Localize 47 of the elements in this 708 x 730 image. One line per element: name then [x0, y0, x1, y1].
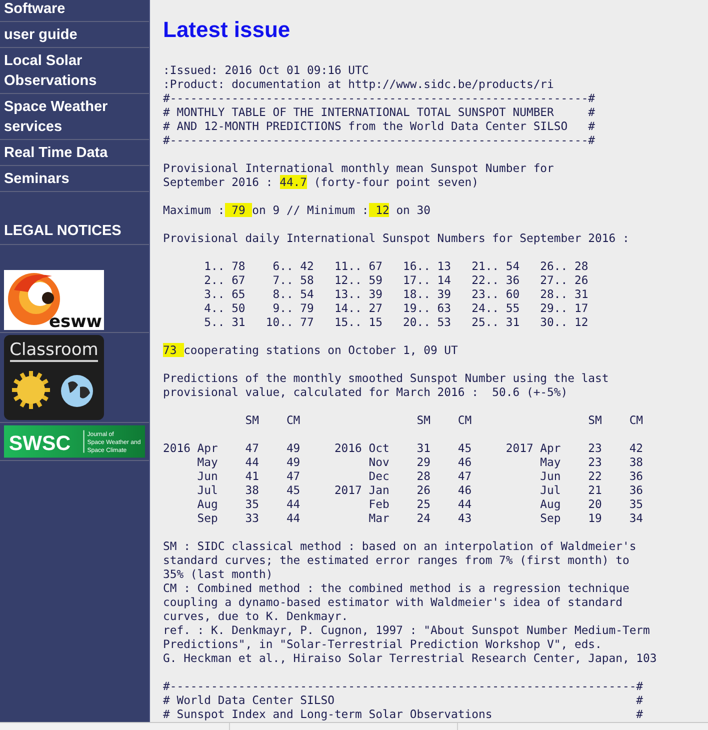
report-line: Maximum : 79 on 9 // Minimum : 12 on 30	[163, 203, 430, 217]
report-line: Jul 38 45 2017 Jan 26 46 Jul 21 36	[196, 483, 644, 497]
report-line: # MONTHLY TABLE OF THE INTERNATIONAL TOTAL SUNSPOT NUMBER #	[163, 105, 596, 119]
nav-link[interactable]: Space Weather services	[0, 94, 149, 140]
report-line: CM : Combined method : the combined method is a regression technique	[163, 581, 630, 595]
report-line: 35% (last month)	[163, 567, 273, 581]
report-line: Provisional International monthly mean Sunspot Number for	[163, 161, 554, 175]
report-line: Provisional daily International Sunspot Numbers for September 2016 :	[163, 231, 630, 245]
report-line: # AND 12-MONTH PREDICTIONS from the World Data Center SILSO #	[163, 119, 596, 133]
report-line: 3.. 65 8.. 54 13.. 39 18.. 39 23.. 60 28.. 31	[203, 287, 588, 301]
classroom-logo[interactable]: Classroom	[4, 335, 104, 420]
esww-logo[interactable]: esww	[4, 270, 104, 330]
report-line: 5.. 31 10.. 77 15.. 15 20.. 53 25.. 31 30.. 12	[203, 315, 588, 329]
report-line: 1.. 78 6.. 42 11.. 67 16.. 13 21.. 54 26.. 28	[203, 259, 588, 273]
nav-link[interactable]: Software	[0, 0, 149, 22]
report-line: SM : SIDC classical method : based on an interpolation of Waldmeier's	[163, 539, 636, 553]
report-line: standard curves; the estimated error ranges from 7% (first month) to	[163, 553, 630, 567]
report-line: :Issued: 2016 Oct 01 09:16 UTC	[163, 63, 369, 77]
report-line: 2016 Apr 47 49 2016 Oct 31 45 2017 Apr 23 42	[163, 441, 644, 455]
legal-notices-heading: LEGAL NOTICES	[0, 218, 149, 245]
report-line: # Sunspot Index and Long-term Solar Observations #	[163, 707, 644, 721]
report-line: 4.. 50 9.. 79 14.. 27 19.. 63 24.. 55 29.. 17	[203, 301, 588, 315]
page-title: Latest issue	[163, 17, 290, 43]
report-line: 2.. 67 7.. 58 12.. 59 17.. 14 22.. 36 27.. 26	[203, 273, 588, 287]
report-line: #-------------------------------------------------------------#	[163, 91, 596, 105]
report-line: SM CM SM CM SM CM	[244, 413, 644, 427]
nav-link[interactable]: user guide	[0, 22, 149, 48]
report-line: #--------------------------------------------------------------------#	[163, 679, 644, 693]
report-line: Predictions of the monthly smoothed Sunspot Number using the last	[163, 371, 609, 385]
report-line: 73 cooperating stations on October 1, 09 UT	[163, 343, 458, 357]
report-line: Sep 33 44 Mar 24 43 Sep 19 34	[196, 511, 644, 525]
nav-link[interactable]: Local Solar Observations	[0, 48, 149, 94]
report-line: Predictions", in "Solar-Terrestrial Prediction Workshop V", eds.	[163, 637, 602, 651]
report-line: :Product: documentation at http://www.sidc.be/products/ri	[163, 77, 554, 91]
report-line: coupling a dynamo-based estimator with Waldmeier's idea of standard	[163, 595, 622, 609]
report-line: Jun 41 47 Dec 28 47 Jun 22 36	[196, 469, 644, 483]
report-line: September 2016 : 44.7 (forty-four point seven)	[163, 175, 478, 189]
report-line: Aug 35 44 Feb 25 44 Aug 20 35	[196, 497, 644, 511]
report-line: curves, due to K. Denkmayr.	[163, 609, 348, 623]
nav-link[interactable]: Real Time Data	[0, 140, 149, 166]
report-line: provisional value, calculated for March 2016 : 50.6 (+-5%)	[163, 385, 568, 399]
report-line: May 44 49 Nov 29 46 May 23 38	[196, 455, 644, 469]
nav-link[interactable]: Seminars	[0, 166, 149, 192]
report-line: #-------------------------------------------------------------#	[163, 133, 596, 147]
report-line: ref. : K. Denkmayr, P. Cugnon, 1997 : "About Sunspot Number Medium-Term	[163, 623, 650, 637]
report-line: G. Heckman et al., Hiraiso Solar Terrestrial Research Center, Japan, 103	[163, 651, 657, 665]
report-line: # World Data Center SILSO #	[163, 693, 644, 707]
